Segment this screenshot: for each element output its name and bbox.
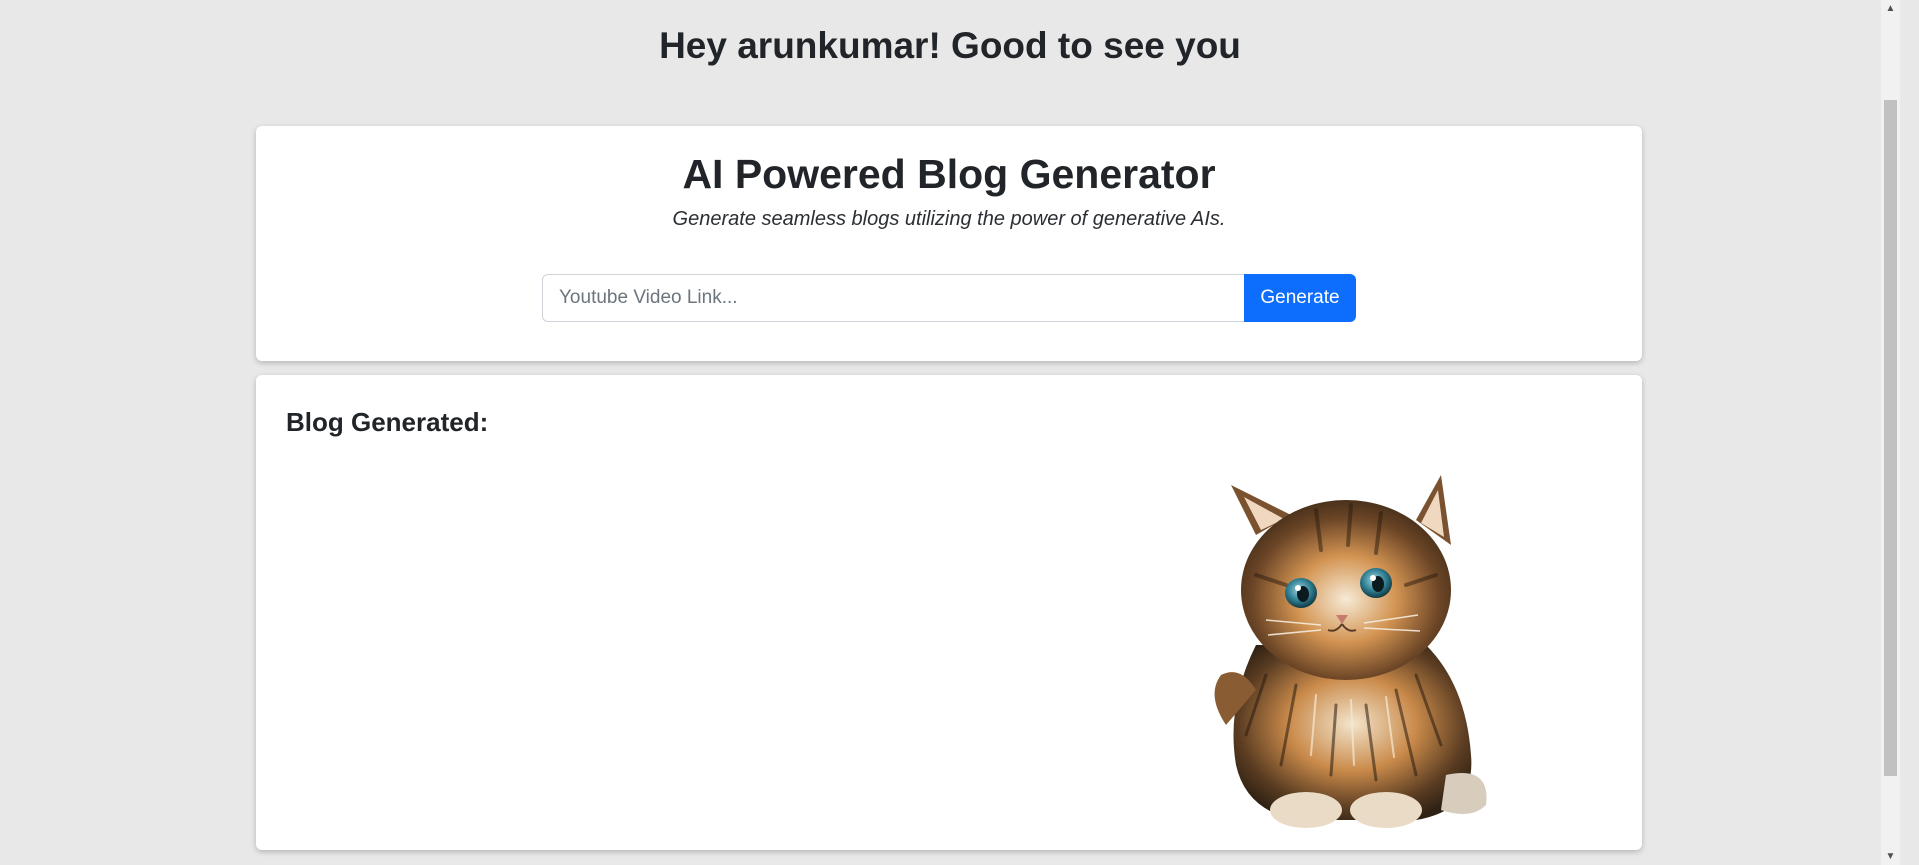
generator-card: AI Powered Blog Generator Generate seaml… — [256, 126, 1642, 361]
kitten-image — [1214, 475, 1487, 828]
generate-button[interactable]: Generate — [1244, 274, 1356, 322]
page: Hey arunkumar! Good to see you AI Powere… — [0, 0, 1900, 865]
vertical-scrollbar[interactable]: ▲ ▼ — [1881, 0, 1900, 865]
link-input-group: Generate — [542, 274, 1356, 322]
youtube-link-input[interactable] — [542, 274, 1244, 322]
app-title: AI Powered Blog Generator — [682, 151, 1216, 197]
triangle-down-icon[interactable]: ▼ — [1881, 848, 1900, 865]
result-card: Blog Generated: — [256, 375, 1642, 850]
greeting-heading: Hey arunkumar! Good to see you — [659, 25, 1241, 66]
blog-generated-heading: Blog Generated: — [286, 407, 489, 437]
triangle-up-icon[interactable]: ▲ — [1881, 0, 1900, 17]
app-subtitle: Generate seamless blogs utilizing the po… — [672, 208, 1226, 230]
scrollbar-thumb[interactable] — [1884, 100, 1897, 776]
